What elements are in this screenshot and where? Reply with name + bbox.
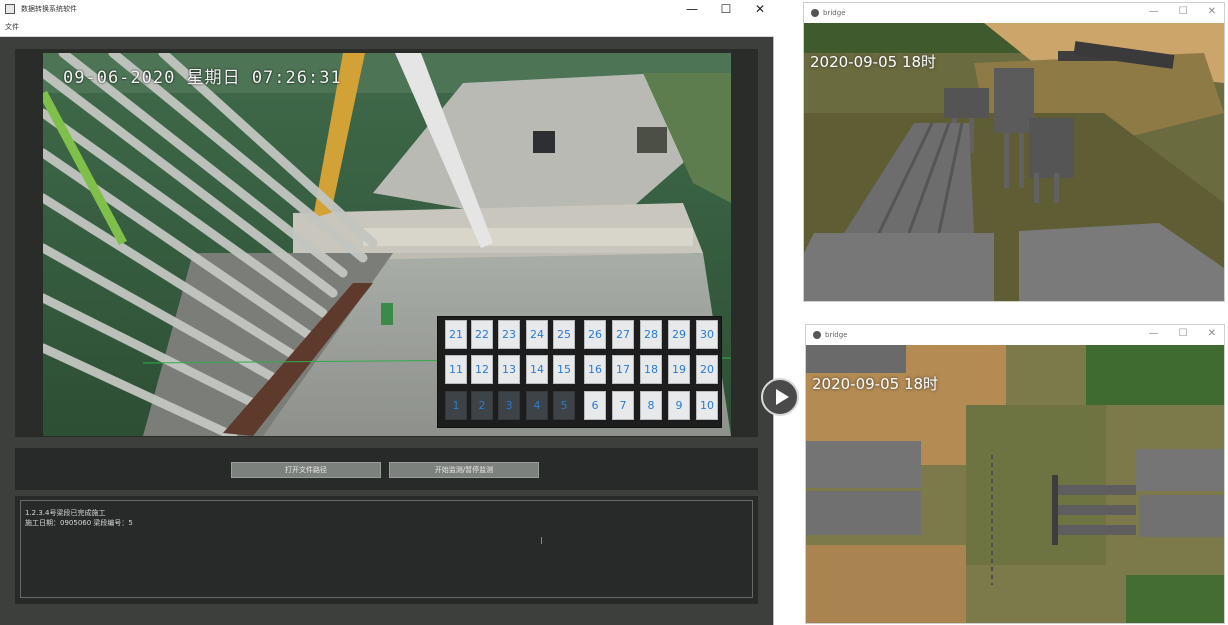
bridge-window-title: bridge xyxy=(825,331,848,339)
close-button[interactable]: ✕ xyxy=(1208,329,1216,339)
segment-cell: 3 xyxy=(498,391,520,420)
unity-icon xyxy=(813,331,821,339)
segment-cell: 25 xyxy=(553,320,575,349)
segment-cell: 10 xyxy=(696,391,718,420)
minimize-button[interactable]: — xyxy=(1149,7,1159,17)
segment-cell: 22 xyxy=(471,320,493,349)
text-cursor-icon: I xyxy=(540,536,543,547)
main-window: 数据转换系统软件 — ☐ ✕ 文件 09-06-2020 星期日 07:26:3… xyxy=(0,0,774,625)
close-button[interactable]: ✕ xyxy=(754,3,766,15)
log-line-1: 1.2.3.4号梁段已完成施工 xyxy=(25,509,106,517)
segment-cell: 7 xyxy=(612,391,634,420)
app-icon xyxy=(5,4,15,14)
segment-cell: 26 xyxy=(584,320,606,349)
segment-cell: 13 xyxy=(498,355,520,384)
segment-cell: 16 xyxy=(584,355,606,384)
segment-cell: 6 xyxy=(584,391,606,420)
bridge-window-top: bridge — ☐ ✕ 2020-09-05 18时 xyxy=(803,2,1225,302)
maximize-button[interactable]: ☐ xyxy=(1179,7,1188,17)
bridge-window-title: bridge xyxy=(823,9,846,17)
bridge-timestamp: 2020-09-05 18时 xyxy=(810,53,937,71)
segment-cell: 20 xyxy=(696,355,718,384)
segment-cell: 12 xyxy=(471,355,493,384)
bridge-titlebar: bridge — ☐ ✕ xyxy=(804,3,1224,23)
bridge-window-bottom: bridge — ☐ ✕ 2020-09-05 18时 xyxy=(805,324,1225,624)
segment-cell: 11 xyxy=(445,355,467,384)
main-titlebar: 数据转换系统软件 — ☐ ✕ xyxy=(0,0,774,18)
bridge-titlebar: bridge — ☐ ✕ xyxy=(806,325,1224,345)
main-window-title: 数据转换系统软件 xyxy=(21,5,77,13)
segment-cell: 24 xyxy=(526,320,548,349)
maximize-button[interactable]: ☐ xyxy=(720,3,732,15)
segment-cell: 5 xyxy=(553,391,575,420)
segment-cell: 4 xyxy=(526,391,548,420)
segment-cell: 30 xyxy=(696,320,718,349)
segment-cell: 2 xyxy=(471,391,493,420)
segment-cell: 19 xyxy=(668,355,690,384)
menu-file[interactable]: 文件 xyxy=(5,22,19,32)
segment-cell: 21 xyxy=(445,320,467,349)
minimize-button[interactable]: — xyxy=(1149,329,1159,339)
unity-icon xyxy=(811,9,819,17)
segment-cell: 17 xyxy=(612,355,634,384)
play-button[interactable] xyxy=(761,378,799,416)
segment-cell: 8 xyxy=(640,391,662,420)
open-file-button[interactable]: 打开文件路径 xyxy=(231,462,381,478)
maximize-button[interactable]: ☐ xyxy=(1179,329,1188,339)
button-panel xyxy=(15,448,758,490)
segment-cell: 1 xyxy=(445,391,467,420)
segment-cell: 9 xyxy=(668,391,690,420)
segment-cell: 27 xyxy=(612,320,634,349)
log-output[interactable] xyxy=(20,500,753,598)
segment-cell: 23 xyxy=(498,320,520,349)
video-timestamp: 09-06-2020 星期日 07:26:31 xyxy=(63,68,342,88)
segment-cell: 14 xyxy=(526,355,548,384)
segment-cell: 15 xyxy=(553,355,575,384)
menubar: 文件 xyxy=(0,18,774,37)
play-icon xyxy=(775,389,789,405)
bridge-timestamp: 2020-09-05 18时 xyxy=(812,375,939,393)
segment-cell: 28 xyxy=(640,320,662,349)
minimize-button[interactable]: — xyxy=(686,3,698,15)
close-button[interactable]: ✕ xyxy=(1208,7,1216,17)
start-monitor-button[interactable]: 开始监测/暂停监测 xyxy=(389,462,539,478)
log-line-2: 施工日期：0905060 梁段编号：5 xyxy=(25,519,133,527)
segment-cell: 29 xyxy=(668,320,690,349)
segment-cell: 18 xyxy=(640,355,662,384)
